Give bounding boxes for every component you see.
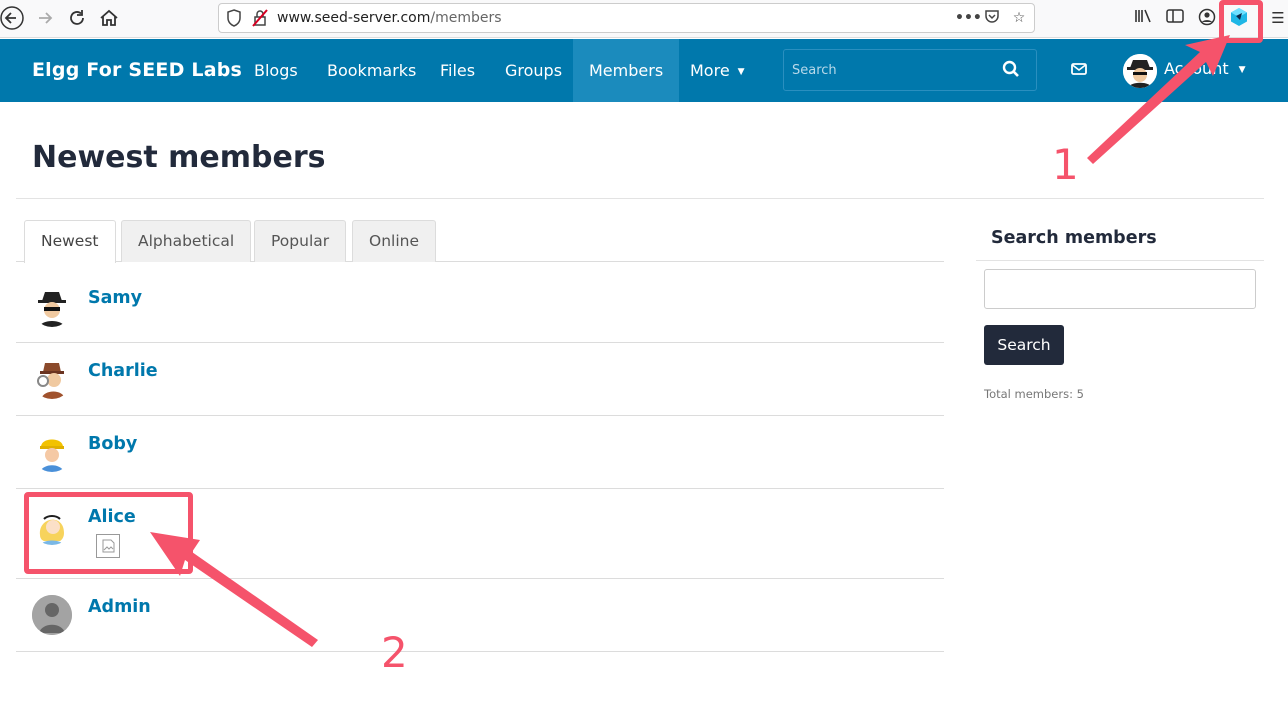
menu-item-groups[interactable]: Groups bbox=[489, 39, 578, 102]
member-name-boby[interactable]: Boby bbox=[88, 434, 137, 454]
tab-newest[interactable]: Newest bbox=[24, 220, 116, 263]
shield-icon[interactable] bbox=[225, 9, 243, 27]
menu-item-files[interactable]: Files bbox=[424, 39, 491, 102]
list-item: Charlie bbox=[16, 343, 944, 416]
sidebar-icon[interactable] bbox=[1165, 8, 1185, 28]
chevron-down-icon: ▼ bbox=[737, 67, 745, 77]
search-icon[interactable] bbox=[1002, 60, 1022, 80]
divider bbox=[976, 260, 1264, 261]
user-avatar[interactable] bbox=[1123, 54, 1157, 88]
member-avatar-samy[interactable] bbox=[32, 287, 72, 327]
member-avatar-boby[interactable] bbox=[32, 432, 72, 472]
member-search-button[interactable]: Search bbox=[984, 325, 1064, 365]
member-search-input[interactable] bbox=[984, 269, 1256, 309]
menu-item-more[interactable]: More ▼ bbox=[674, 39, 761, 102]
site-search bbox=[783, 49, 1037, 91]
member-avatar-admin[interactable] bbox=[32, 595, 72, 635]
pocket-icon[interactable] bbox=[983, 9, 1001, 27]
back-icon[interactable] bbox=[0, 6, 24, 30]
menu-item-blogs[interactable]: Blogs bbox=[238, 39, 314, 102]
forward-icon[interactable] bbox=[33, 6, 57, 30]
browser-toolbar: www.seed-server.com/members ••• ☆ ☰ bbox=[0, 0, 1288, 38]
list-item: Samy bbox=[16, 262, 944, 343]
annotation-box-1 bbox=[1219, 0, 1263, 43]
tab-popular[interactable]: Popular bbox=[254, 220, 347, 262]
tab-bar: Newest Alphabetical Popular Online bbox=[16, 220, 944, 263]
insecure-lock-icon[interactable] bbox=[251, 9, 269, 27]
page-actions-icon[interactable]: ••• bbox=[955, 9, 982, 27]
chevron-down-icon: ▼ bbox=[1238, 65, 1246, 75]
home-icon[interactable] bbox=[97, 6, 121, 30]
member-name-admin[interactable]: Admin bbox=[88, 597, 151, 617]
site-brand[interactable]: Elgg For SEED Labs bbox=[32, 59, 242, 81]
member-avatar-charlie[interactable] bbox=[32, 359, 72, 399]
list-item: Boby bbox=[16, 416, 944, 489]
tab-alphabetical[interactable]: Alphabetical bbox=[121, 220, 252, 262]
total-members: Total members: 5 bbox=[984, 387, 1084, 401]
url-text[interactable]: www.seed-server.com/members bbox=[277, 10, 502, 26]
reload-icon[interactable] bbox=[65, 6, 89, 30]
menu-item-bookmarks[interactable]: Bookmarks bbox=[311, 39, 432, 102]
account-icon[interactable] bbox=[1197, 8, 1217, 28]
site-header: Elgg For SEED Labs Blogs Bookmarks Files… bbox=[0, 39, 1288, 102]
annotation-box-2 bbox=[24, 492, 193, 574]
annotation-label-2: 2 bbox=[381, 628, 408, 677]
page-title: Newest members bbox=[32, 140, 326, 175]
menu-item-members[interactable]: Members bbox=[573, 39, 680, 102]
star-icon[interactable]: ☆ bbox=[1010, 9, 1028, 27]
search-input[interactable] bbox=[784, 50, 994, 90]
menu-item-more-label: More bbox=[690, 61, 730, 80]
account-menu[interactable]: Account ▼ bbox=[1164, 59, 1246, 78]
tab-online[interactable]: Online bbox=[352, 220, 436, 262]
divider bbox=[16, 198, 1264, 199]
library-icon[interactable] bbox=[1133, 8, 1153, 28]
member-name-charlie[interactable]: Charlie bbox=[88, 361, 158, 381]
url-bar[interactable]: www.seed-server.com/members ••• ☆ bbox=[218, 3, 1035, 33]
account-label: Account bbox=[1164, 59, 1229, 78]
messages-icon[interactable] bbox=[1070, 61, 1088, 77]
sidebar-title: Search members bbox=[991, 228, 1157, 248]
member-name-samy[interactable]: Samy bbox=[88, 288, 142, 308]
menu-icon[interactable]: ☰ bbox=[1268, 8, 1288, 28]
annotation-label-1: 1 bbox=[1052, 140, 1079, 189]
list-item: Admin bbox=[16, 579, 944, 652]
